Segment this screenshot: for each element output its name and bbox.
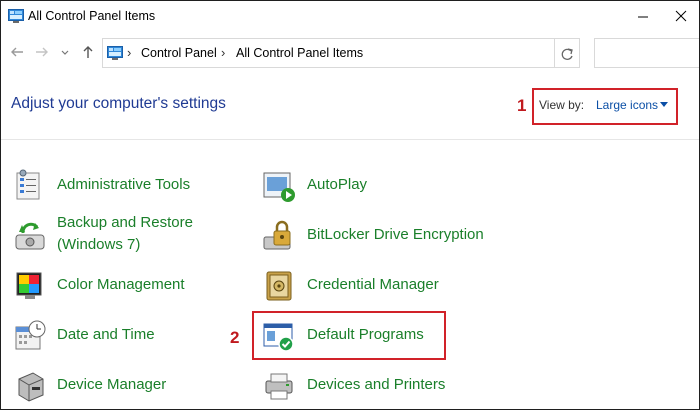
title-bar: All Control Panel Items: [1, 1, 699, 33]
item-label[interactable]: Date and Time: [57, 325, 155, 345]
item-label-line1[interactable]: Backup and Restore: [57, 213, 193, 233]
administrative-tools-icon: [16, 169, 40, 200]
minimize-button[interactable]: [631, 5, 655, 27]
devices-and-printers-icon: [265, 373, 293, 400]
refresh-icon: [561, 48, 573, 60]
item-administrative-tools[interactable]: Administrative Tools: [11, 167, 211, 207]
page-heading: Adjust your computer's settings: [11, 95, 226, 112]
close-icon: [675, 10, 687, 22]
window-title: All Control Panel Items: [28, 9, 156, 23]
item-label[interactable]: Devices and Printers: [307, 375, 445, 395]
view-by-dropdown[interactable]: Large icons: [596, 98, 658, 112]
item-date-and-time[interactable]: Date and Time: [11, 317, 211, 357]
item-bitlocker-drive-encryption[interactable]: BitLocker Drive Encryption: [261, 217, 501, 257]
recent-locations-chevron-icon[interactable]: [60, 44, 70, 60]
up-arrow-icon[interactable]: [80, 44, 96, 60]
bitlocker-icon: [263, 220, 291, 250]
breadcrumb-separator-icon[interactable]: ›: [221, 45, 225, 60]
control-panel-icon: [8, 9, 24, 23]
view-by-label: View by:: [539, 98, 585, 112]
item-label[interactable]: BitLocker Drive Encryption: [307, 225, 484, 245]
default-programs-icon: [263, 323, 294, 352]
item-label-line2[interactable]: (Windows 7): [57, 235, 140, 255]
item-credential-manager[interactable]: Credential Manager: [261, 267, 461, 307]
item-label[interactable]: Credential Manager: [307, 275, 439, 295]
annotation-step-1: 1: [517, 96, 527, 115]
item-autoplay[interactable]: AutoPlay: [261, 167, 461, 207]
dropdown-caret-icon[interactable]: [660, 102, 668, 107]
navigation-bar: › Control Panel › All Control Panel Item…: [1, 34, 699, 72]
address-bar[interactable]: › Control Panel › All Control Panel Item…: [102, 38, 555, 68]
item-label[interactable]: Color Management: [57, 275, 185, 295]
item-default-programs[interactable]: Default Programs: [261, 317, 441, 357]
close-button[interactable]: [669, 5, 693, 27]
item-device-manager[interactable]: Device Manager: [11, 367, 211, 407]
breadcrumb-separator-icon[interactable]: ›: [127, 45, 131, 60]
control-panel-icon: [107, 46, 123, 60]
item-label[interactable]: Device Manager: [57, 375, 166, 395]
item-devices-and-printers[interactable]: Devices and Printers: [261, 367, 481, 407]
item-label[interactable]: Administrative Tools: [57, 175, 190, 195]
back-arrow-icon[interactable]: [9, 44, 25, 60]
breadcrumb-all-items[interactable]: All Control Panel Items: [236, 46, 363, 60]
item-color-management[interactable]: Color Management: [11, 267, 211, 307]
date-and-time-icon: [15, 320, 46, 350]
minimize-icon: [638, 16, 648, 18]
device-manager-icon: [18, 372, 44, 402]
item-label[interactable]: Default Programs: [307, 325, 424, 345]
control-panel-window: All Control Panel Items › Control Panel …: [0, 0, 700, 410]
color-management-icon: [16, 272, 42, 299]
divider: [1, 139, 699, 140]
breadcrumb-control-panel[interactable]: Control Panel: [141, 46, 217, 60]
backup-and-restore-icon: [15, 222, 45, 250]
refresh-button[interactable]: [554, 38, 580, 68]
autoplay-icon: [263, 172, 295, 202]
forward-arrow-icon[interactable]: [34, 44, 50, 60]
item-backup-and-restore[interactable]: Backup and Restore (Windows 7): [11, 213, 221, 259]
credential-manager-icon: [266, 271, 292, 301]
annotation-step-2: 2: [230, 328, 240, 347]
item-label[interactable]: AutoPlay: [307, 175, 367, 195]
search-input[interactable]: [594, 38, 699, 68]
